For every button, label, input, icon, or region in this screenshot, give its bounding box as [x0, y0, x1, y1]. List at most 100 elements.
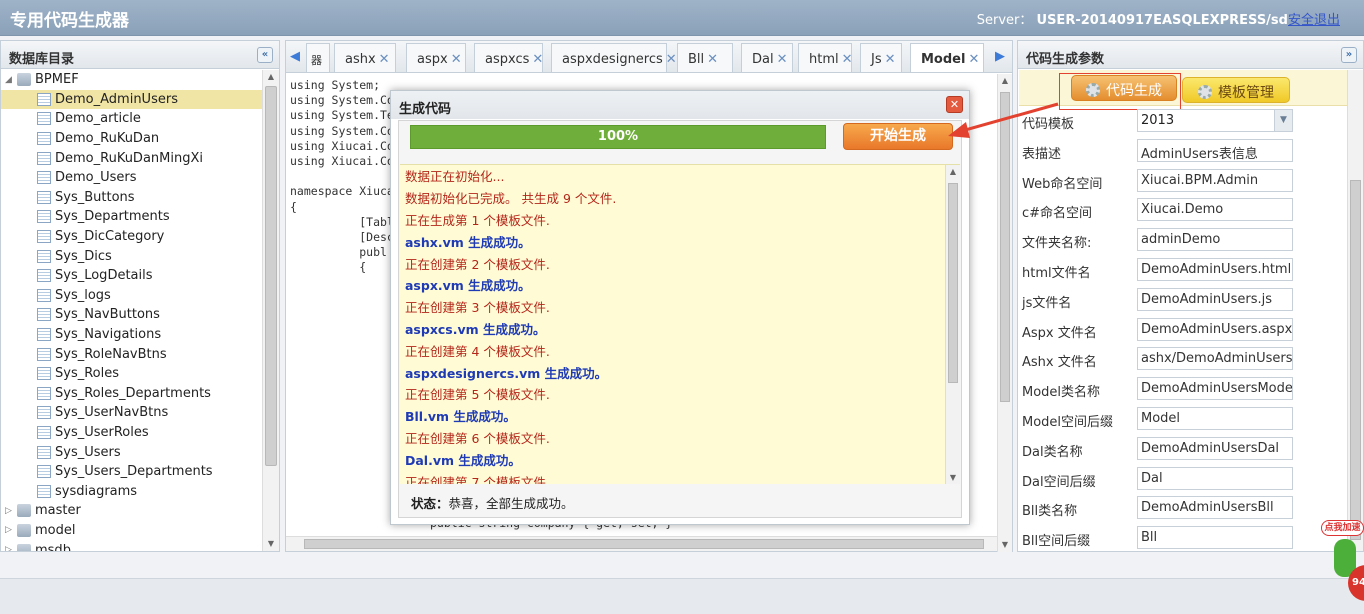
- tree-node-table[interactable]: Sys_Users_Departments: [1, 462, 262, 482]
- tree-node-table[interactable]: Demo_RuKuDan: [1, 129, 262, 149]
- tree-node-table[interactable]: Sys_Roles: [1, 364, 262, 384]
- collapse-right-icon[interactable]: »: [1341, 47, 1357, 63]
- scrollbar-thumb[interactable]: [304, 539, 984, 549]
- tab-aspx[interactable]: aspx ✕: [406, 43, 466, 72]
- chevron-down-icon[interactable]: ▼: [1274, 110, 1292, 131]
- field-input[interactable]: DemoAdminUsersBll: [1137, 496, 1293, 520]
- field-input[interactable]: AdminUsers表信息: [1137, 138, 1293, 162]
- tree-node-table[interactable]: sysdiagrams: [1, 481, 262, 501]
- field-input[interactable]: Xiucai.Demo: [1137, 198, 1293, 222]
- dialog-body: 100% 开始生成 数据正在初始化... 数据初始化已完成。 共生成 9 个文件.…: [398, 120, 962, 518]
- tree-node-table[interactable]: Sys_Departments: [1, 207, 262, 227]
- tree-node-database[interactable]: ▷ master: [1, 501, 262, 521]
- log-line: 数据初始化已完成。 共生成 9 个文件.: [405, 191, 617, 207]
- tab-aspxdesignercs[interactable]: aspxdesignercs ✕: [551, 43, 677, 72]
- tree-node-table[interactable]: Demo_AdminUsers: [1, 89, 262, 110]
- close-tab-icon[interactable]: ✕: [968, 52, 979, 67]
- tree-node-table[interactable]: Sys_NavButtons: [1, 305, 262, 325]
- left-scrollbar[interactable]: ▲ ▼: [262, 70, 279, 551]
- close-tab-icon[interactable]: ✕: [707, 52, 718, 67]
- field-input[interactable]: DemoAdminUsersDal: [1137, 436, 1293, 460]
- tree-node-table[interactable]: Sys_Buttons: [1, 188, 262, 208]
- field-input[interactable]: Bll: [1137, 526, 1293, 550]
- tree-node-label: model: [35, 522, 76, 538]
- tab-器[interactable]: 器: [306, 43, 330, 72]
- log-line: aspxdesignercs.vm 生成成功。: [405, 365, 608, 381]
- speed-widget[interactable]: 点我加速 94: [1318, 515, 1364, 614]
- tree-node-table[interactable]: Sys_UserRoles: [1, 423, 262, 443]
- tab-js[interactable]: Js ✕: [860, 43, 902, 72]
- scroll-down-icon[interactable]: ▼: [263, 537, 279, 551]
- collapse-left-icon[interactable]: «: [257, 47, 273, 63]
- tab-scroll-left-icon[interactable]: ◀: [290, 49, 302, 65]
- tree-node-database[interactable]: ▷ model: [1, 521, 262, 541]
- scrollbar-thumb[interactable]: [265, 86, 277, 466]
- field-input[interactable]: adminDemo: [1137, 228, 1293, 252]
- tab-scroll-right-icon[interactable]: ▶: [995, 49, 1007, 65]
- tree-node-table[interactable]: Sys_RoleNavBtns: [1, 344, 262, 364]
- tree-node-label: Sys_NavButtons: [55, 307, 160, 323]
- template-select[interactable]: 2013 ▼: [1137, 109, 1293, 132]
- tree-node-table[interactable]: Sys_DicCategory: [1, 227, 262, 247]
- scroll-up-icon[interactable]: ▲: [998, 74, 1012, 88]
- field-input[interactable]: Xiucai.BPM.Admin: [1137, 168, 1293, 192]
- form-row: 代码模板 2013 ▼: [1022, 106, 1352, 136]
- tab-model[interactable]: Model ✕: [910, 43, 984, 72]
- right-scrollbar[interactable]: [1347, 70, 1363, 551]
- scroll-down-icon[interactable]: ▼: [946, 471, 960, 484]
- tree-node-table[interactable]: Sys_Roles_Departments: [1, 384, 262, 404]
- field-input[interactable]: Dal: [1137, 466, 1293, 490]
- close-tab-icon[interactable]: ✕: [885, 52, 896, 67]
- field-input[interactable]: ashx/DemoAdminUsersH: [1137, 347, 1293, 371]
- close-tab-icon[interactable]: ✕: [532, 52, 543, 67]
- code-scrollbar[interactable]: ▲ ▼: [997, 74, 1012, 552]
- scroll-up-icon[interactable]: ▲: [946, 165, 960, 179]
- tab-bll[interactable]: Bll ✕: [677, 43, 733, 72]
- generation-log: 数据正在初始化... 数据初始化已完成。 共生成 9 个文件. 正在生成第 1 个模…: [400, 164, 960, 484]
- tab-aspxcs[interactable]: aspxcs ✕: [474, 43, 543, 72]
- field-input[interactable]: Model: [1137, 407, 1293, 430]
- expand-caret-icon[interactable]: ▷: [5, 506, 15, 516]
- tree-node-table[interactable]: Sys_Dics: [1, 246, 262, 266]
- close-icon[interactable]: ✕: [946, 96, 963, 113]
- tree-node-database[interactable]: ▷ msdb: [1, 540, 262, 551]
- scroll-up-icon[interactable]: ▲: [263, 70, 279, 84]
- field-label: Dal空间后缀: [1022, 474, 1096, 490]
- tree-node-table[interactable]: Sys_logs: [1, 286, 262, 306]
- log-scrollbar[interactable]: ▲ ▼: [945, 165, 960, 484]
- close-tab-icon[interactable]: ✕: [777, 52, 788, 67]
- scrollbar-thumb[interactable]: [1350, 180, 1361, 540]
- table-icon: [37, 210, 51, 224]
- field-input[interactable]: DemoAdminUsers.aspx: [1137, 317, 1293, 341]
- tree-node-root[interactable]: ◢ BPMEF: [1, 70, 262, 90]
- field-input[interactable]: DemoAdminUsers.html: [1137, 258, 1293, 281]
- tab-dal[interactable]: Dal ✕: [741, 43, 793, 72]
- field-input[interactable]: DemoAdminUsers.js: [1137, 287, 1293, 311]
- scrollbar-thumb[interactable]: [948, 183, 958, 383]
- tree-node-table[interactable]: Sys_LogDetails: [1, 266, 262, 286]
- close-tab-icon[interactable]: ✕: [842, 52, 853, 67]
- start-generate-button[interactable]: 开始生成: [843, 123, 953, 150]
- tree-node-label: Sys_UserNavBtns: [55, 405, 169, 421]
- tree-node-table[interactable]: Sys_UserNavBtns: [1, 403, 262, 423]
- tree-node-table[interactable]: Demo_Users: [1, 168, 262, 188]
- right-panel-header: 代码生成参数 »: [1018, 41, 1363, 69]
- expand-caret-icon[interactable]: ▷: [5, 545, 15, 551]
- scroll-down-icon[interactable]: ▼: [998, 538, 1012, 552]
- tree-node-table[interactable]: Demo_RuKuDanMingXi: [1, 148, 262, 168]
- logout-link[interactable]: 安全退出: [1288, 13, 1340, 28]
- tab-html[interactable]: html ✕: [798, 43, 853, 72]
- tree-node-table[interactable]: Sys_Navigations: [1, 325, 262, 345]
- template-manage-button[interactable]: 模板管理: [1182, 77, 1290, 103]
- tree-node-table[interactable]: Sys_Users: [1, 442, 262, 462]
- code-hscrollbar[interactable]: [286, 536, 997, 551]
- close-tab-icon[interactable]: ✕: [451, 52, 462, 67]
- tree-node-table[interactable]: Demo_article: [1, 109, 262, 129]
- close-tab-icon[interactable]: ✕: [666, 52, 677, 67]
- close-tab-icon[interactable]: ✕: [379, 52, 390, 67]
- expand-caret-icon[interactable]: ◢: [5, 75, 15, 85]
- tab-ashx[interactable]: ashx ✕: [334, 43, 396, 72]
- scrollbar-thumb[interactable]: [1000, 92, 1010, 402]
- field-input[interactable]: DemoAdminUsersModel: [1137, 377, 1293, 401]
- expand-caret-icon[interactable]: ▷: [5, 525, 15, 535]
